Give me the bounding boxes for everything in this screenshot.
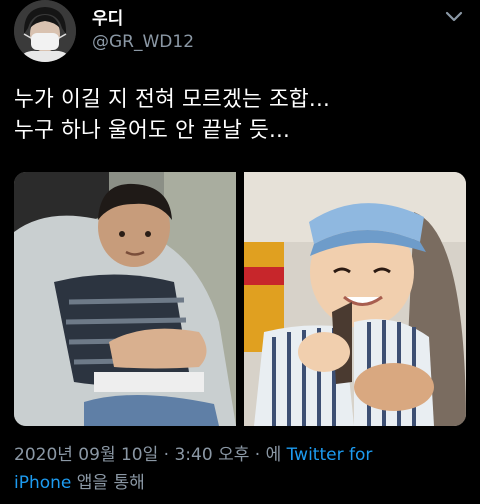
tweet-header: 우디 @GR_WD12 bbox=[14, 0, 466, 70]
user-handle[interactable]: @GR_WD12 bbox=[92, 32, 194, 52]
tweet-time[interactable]: 3:40 오후 bbox=[174, 445, 249, 465]
tweet-date[interactable]: 2020년 09월 10일 bbox=[14, 445, 158, 465]
tweet-photo[interactable] bbox=[244, 172, 466, 426]
via-suffix: 앱을 통해 bbox=[71, 473, 145, 493]
photo-child-toy-gun-icon bbox=[244, 172, 466, 426]
meta-separator: · bbox=[158, 445, 175, 465]
avatar-person-icon bbox=[14, 0, 76, 62]
avatar[interactable] bbox=[14, 0, 76, 62]
source-link[interactable]: Twitter for bbox=[287, 445, 373, 465]
tweet-media bbox=[14, 172, 466, 426]
source-link[interactable]: iPhone bbox=[14, 473, 71, 493]
more-options-icon[interactable] bbox=[442, 4, 466, 28]
meta-separator: · bbox=[249, 445, 266, 465]
photo-child-held-icon bbox=[14, 172, 236, 426]
display-name[interactable]: 우디 bbox=[92, 4, 123, 29]
tweet-text-line: 누가 이길 지 전혀 모르겠는 조합... bbox=[14, 87, 331, 112]
tweet-text: 누가 이길 지 전혀 모르겠는 조합... 누구 하나 울어도 안 끝날 듯..… bbox=[14, 84, 470, 146]
tweet-text-line: 누구 하나 울어도 안 끝날 듯... bbox=[14, 118, 291, 143]
tweet-photo[interactable] bbox=[14, 172, 236, 426]
via-prefix: 에 bbox=[265, 445, 287, 465]
tweet-meta: 2020년 09월 10일 · 3:40 오후 · 에 Twitter for i… bbox=[14, 441, 466, 497]
